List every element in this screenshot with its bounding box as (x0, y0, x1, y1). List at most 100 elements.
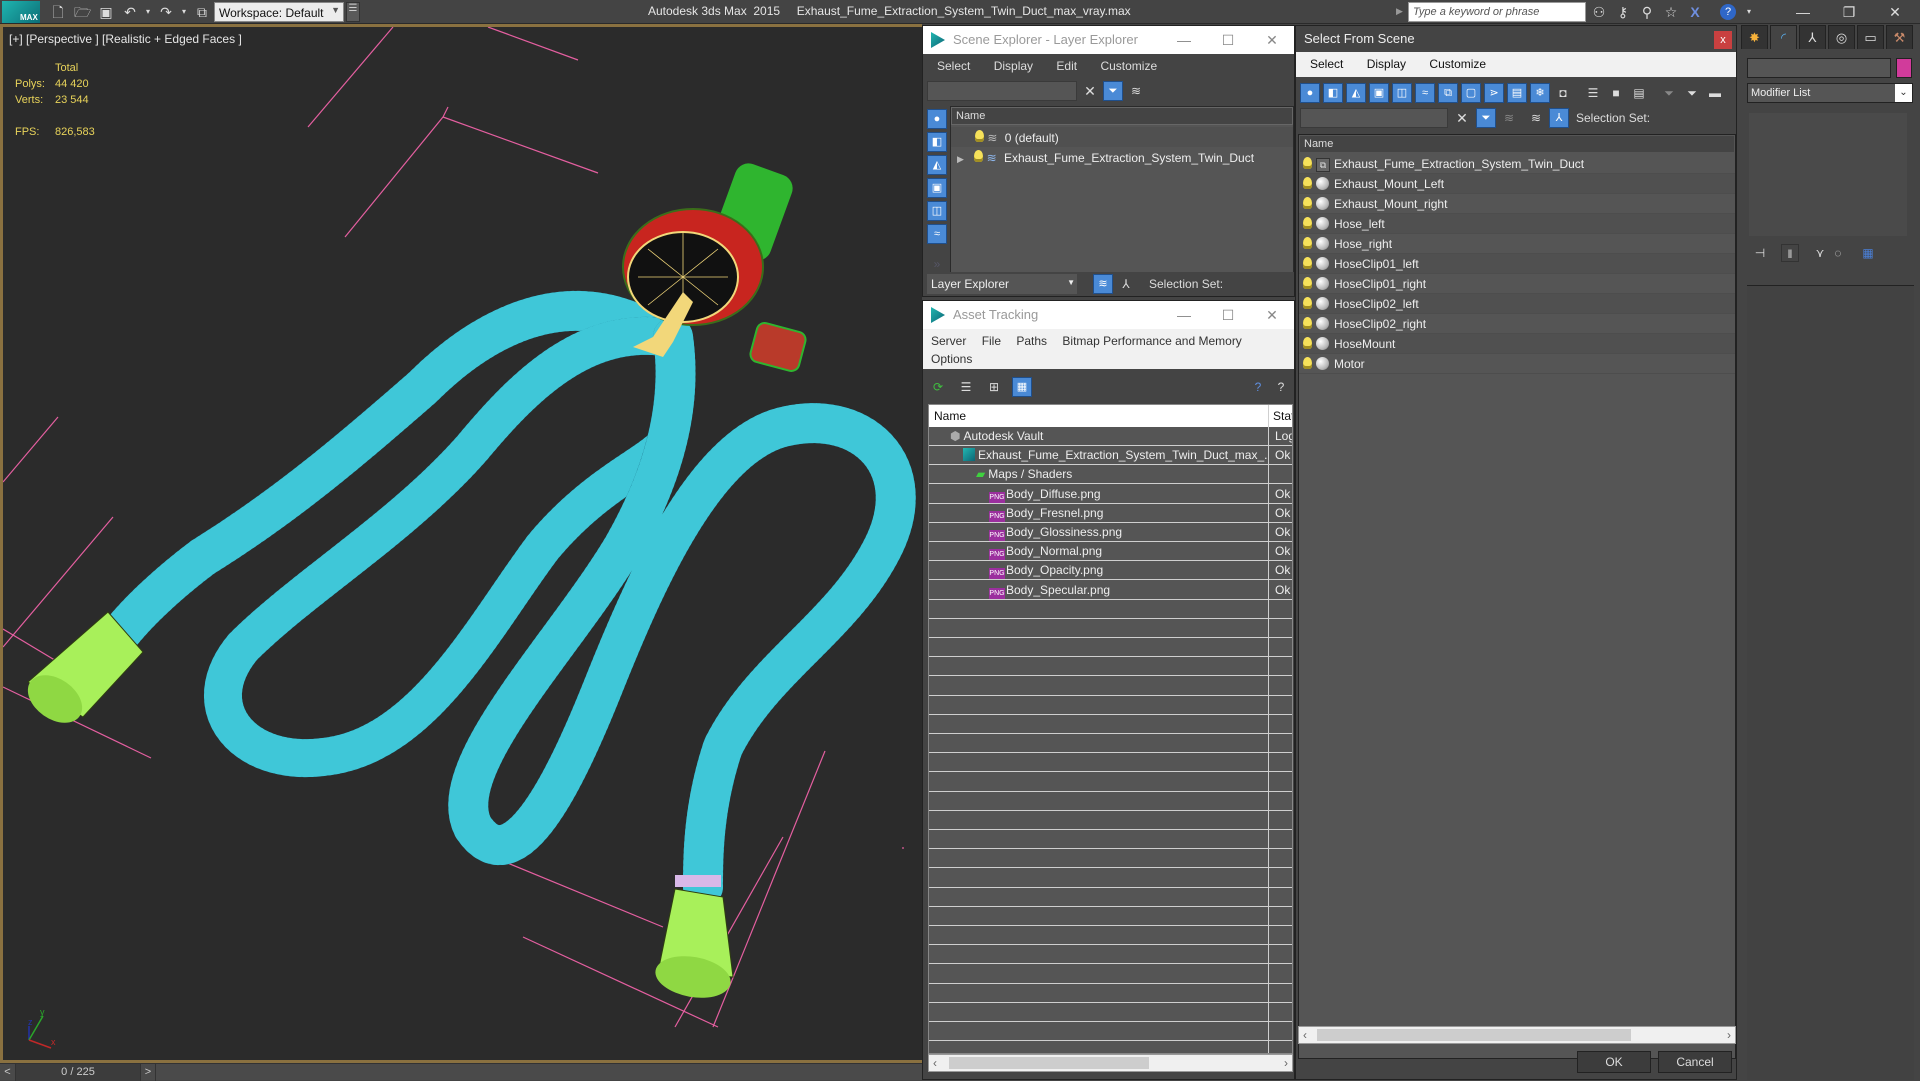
new-file-icon[interactable]: 🗋 (50, 4, 66, 20)
filter-toggle-icon[interactable]: ⏷ (1103, 81, 1123, 101)
workspace-dropdown[interactable]: Workspace: Default ▼ (214, 2, 344, 22)
help-dropdown-icon[interactable]: ▾ (1740, 3, 1758, 21)
binoculars-icon[interactable]: ⚇ (1590, 3, 1608, 21)
viewport-label[interactable]: [+] [Perspective ] [Realistic + Edged Fa… (9, 32, 242, 46)
name-column-header[interactable]: Name (1299, 135, 1735, 153)
previous-frame-button[interactable]: < (0, 1064, 16, 1081)
helpers-filter-icon[interactable]: ◫ (927, 201, 947, 221)
containers-filter-icon[interactable]: ▤ (1507, 83, 1527, 103)
menu-display[interactable]: Display (1367, 57, 1406, 71)
keyword-search-input[interactable]: Type a keyword or phrase (1408, 2, 1586, 22)
close-button[interactable]: ✕ (1250, 301, 1294, 329)
cameras-filter-icon[interactable]: ▣ (1369, 83, 1389, 103)
create-tab[interactable]: ✸ (1741, 25, 1768, 49)
app-menu-button[interactable]: MAX (2, 1, 40, 23)
show-end-result-icon[interactable]: ‖ (1781, 244, 1799, 262)
layer-view-icon[interactable]: ≋ (1093, 274, 1113, 294)
scene-object-row[interactable]: ⧉ Exhaust_Fume_Extraction_System_Twin_Duc… (1299, 154, 1735, 174)
satellite-icon[interactable]: ⚲ (1638, 3, 1656, 21)
visibility-bulb-icon[interactable] (1303, 177, 1312, 189)
display-tab[interactable]: ▭ (1857, 25, 1884, 49)
asset-row[interactable]: PNGBody_Specular.png Ok (929, 581, 1292, 600)
star-icon[interactable]: ☆ (1662, 3, 1680, 21)
scene-object-row[interactable]: Motor (1299, 354, 1735, 374)
ok-button[interactable]: OK (1577, 1051, 1651, 1073)
configure-modifier-sets-icon[interactable]: ▦ (1859, 244, 1877, 262)
x-icon[interactable]: X (1686, 3, 1704, 21)
filter-options-icon[interactable]: ⏷ (1682, 83, 1702, 103)
visibility-bulb-icon[interactable] (1303, 197, 1312, 209)
hidden-filter-icon[interactable]: ◘ (1553, 83, 1573, 103)
hierarchy-tab[interactable]: ⅄ (1799, 25, 1826, 49)
next-frame-button[interactable]: > (140, 1064, 156, 1081)
make-unique-icon[interactable]: ⋎ (1811, 244, 1829, 262)
search-expand-icon[interactable]: ▶ (1396, 6, 1403, 17)
close-button[interactable]: x (1714, 31, 1732, 49)
time-slider[interactable]: 0 / 225 (16, 1064, 140, 1081)
minimize-button[interactable]: — (1162, 26, 1206, 54)
project-folder-icon[interactable]: ⧉ (194, 4, 210, 20)
object-name-input[interactable] (1747, 58, 1891, 78)
bones-filter-icon[interactable]: ⋗ (1484, 83, 1504, 103)
table-view-icon[interactable]: ▦ (1012, 377, 1032, 397)
pin-stack-icon[interactable]: ⊣ (1751, 244, 1769, 262)
help-icon[interactable]: ? (1248, 377, 1268, 397)
refresh-icon[interactable]: ⟳ (928, 377, 948, 397)
visibility-bulb-icon[interactable] (1303, 297, 1312, 309)
asset-row[interactable]: PNGBody_Diffuse.png Ok (929, 485, 1292, 504)
close-button[interactable]: ✕ (1872, 0, 1918, 24)
clear-find-icon[interactable]: ✕ (1080, 81, 1100, 101)
asset-row[interactable]: PNGBody_Normal.png Ok (929, 542, 1292, 562)
asset-row[interactable]: Exhaust_Fume_Extraction_System_Twin_Duct… (929, 446, 1292, 466)
asset-row[interactable]: PNGBody_Opacity.png Ok (929, 561, 1292, 581)
visibility-bulb-icon[interactable] (1303, 277, 1312, 289)
visibility-bulb-icon[interactable] (1303, 237, 1312, 249)
modifier-stack[interactable] (1749, 113, 1907, 236)
find-input[interactable] (927, 81, 1077, 101)
menu-bitmap-performance[interactable]: Bitmap Performance and Memory (1062, 334, 1241, 348)
scene-explorer-titlebar[interactable]: Scene Explorer - Layer Explorer — ☐ ✕ (923, 26, 1294, 54)
geometry-filter-icon[interactable]: ● (927, 109, 947, 129)
lights-filter-icon[interactable]: ◭ (1346, 83, 1366, 103)
minimize-button[interactable]: — (1162, 301, 1206, 329)
column-divider[interactable] (1268, 405, 1269, 1053)
asset-row[interactable]: PNGBody_Glossiness.png Ok (929, 523, 1292, 542)
scroll-left-icon[interactable]: ‹ (1303, 1027, 1307, 1043)
utilities-tab[interactable]: ⚒ (1886, 25, 1913, 49)
invert-display-icon[interactable]: ▤ (1629, 83, 1649, 103)
shapes-filter-icon[interactable]: ◧ (927, 132, 947, 152)
filter-toggle-icon[interactable]: ⏷ (1476, 108, 1496, 128)
motion-tab[interactable]: ◎ (1828, 25, 1855, 49)
visibility-bulb-icon[interactable] (1303, 317, 1312, 329)
maximize-button[interactable]: ☐ (1206, 301, 1250, 329)
minimize-button[interactable]: — (1780, 0, 1826, 24)
scene-object-row[interactable]: Exhaust_Mount_Left (1299, 174, 1735, 194)
scrollbar-thumb[interactable] (949, 1057, 1149, 1069)
explorer-mode-dropdown[interactable]: Layer Explorer ▼ (927, 274, 1077, 294)
groups-filter-icon[interactable]: ⧉ (1438, 83, 1458, 103)
layer-view-icon[interactable]: ≋ (1526, 108, 1546, 128)
menu-paths[interactable]: Paths (1016, 334, 1047, 348)
visibility-bulb-icon[interactable] (1303, 217, 1312, 229)
restore-button[interactable]: ❐ (1826, 0, 1872, 24)
maximize-button[interactable]: ☐ (1206, 26, 1250, 54)
visibility-bulb-icon[interactable] (1303, 257, 1312, 269)
layer-filter-icon[interactable]: ≋ (1126, 81, 1146, 101)
menu-select[interactable]: Select (1310, 57, 1343, 71)
menu-customize[interactable]: Customize (1100, 59, 1157, 73)
menu-edit[interactable]: Edit (1056, 59, 1077, 73)
lights-filter-icon[interactable]: ◭ (927, 155, 947, 175)
hierarchy-view-icon[interactable]: ⅄ (1116, 274, 1136, 294)
column-config-icon[interactable]: ▬ (1705, 83, 1725, 103)
context-help-icon[interactable]: ? (1271, 377, 1291, 397)
modifier-list-dropdown[interactable]: Modifier List ⌄ (1747, 83, 1913, 103)
scene-object-row[interactable]: HoseClip01_left (1299, 254, 1735, 274)
cancel-button[interactable]: Cancel (1658, 1051, 1732, 1073)
frozen-filter-icon[interactable]: ❄ (1530, 83, 1550, 103)
perspective-viewport[interactable]: [+] [Perspective ] [Realistic + Edged Fa… (0, 24, 922, 1063)
spacewarps-filter-icon[interactable]: ≈ (1415, 83, 1435, 103)
scene-object-row[interactable]: Exhaust_Mount_right (1299, 194, 1735, 214)
display-all-icon[interactable]: ☰ (1583, 83, 1603, 103)
scene-object-row[interactable]: HoseClip02_left (1299, 294, 1735, 314)
horizontal-scrollbar[interactable]: ‹ › (1298, 1026, 1736, 1044)
